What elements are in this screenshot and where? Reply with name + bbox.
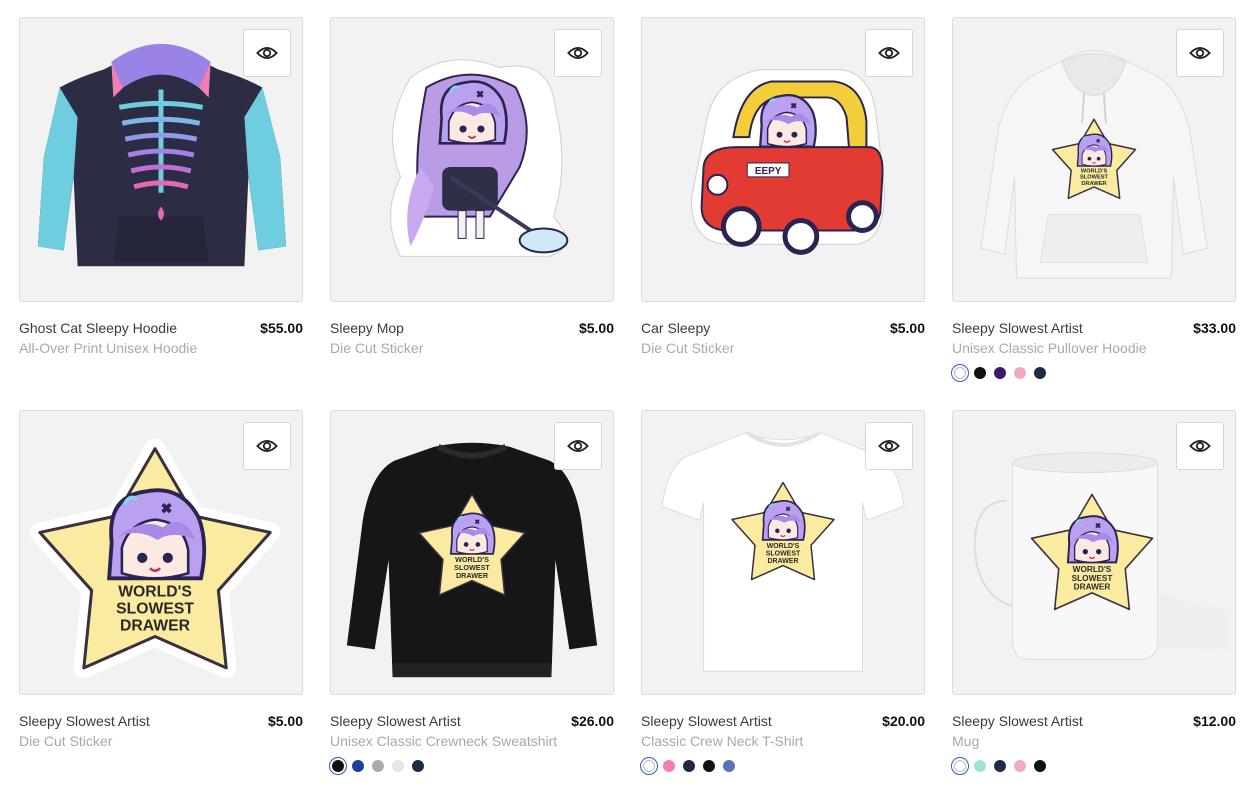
quick-view-button[interactable]: [243, 422, 291, 470]
product-card[interactable]: EEPY Car Sleepy $5.00 Die Cut Sticker: [641, 17, 925, 360]
product-price: $33.00: [1193, 320, 1236, 336]
quick-view-button[interactable]: [554, 29, 602, 77]
eye-icon: [256, 435, 278, 457]
product-type: Die Cut Sticker: [19, 733, 113, 749]
product-type: Die Cut Sticker: [330, 340, 424, 356]
product-type: Classic Crew Neck T-Shirt: [641, 733, 804, 749]
color-swatches: [951, 364, 1236, 382]
color-swatch[interactable]: [994, 367, 1006, 379]
svg-text:WORLD'S: WORLD'S: [767, 543, 800, 550]
eye-icon: [878, 435, 900, 457]
product-name[interactable]: Sleepy Slowest Artist: [19, 713, 150, 729]
quick-view-button[interactable]: [865, 29, 913, 77]
product-image[interactable]: [330, 17, 614, 302]
color-swatch[interactable]: [974, 367, 986, 379]
product-price: $55.00: [260, 320, 303, 336]
product-name[interactable]: Sleepy Mop: [330, 320, 404, 336]
product-image[interactable]: WORLD'S SLOWEST DRAWER: [19, 410, 303, 695]
product-name[interactable]: Ghost Cat Sleepy Hoodie: [19, 320, 177, 336]
product-card[interactable]: WORLD'S SLOWEST DRAWER Sleepy Slowest Ar…: [951, 410, 1236, 775]
product-type: Die Cut Sticker: [641, 340, 735, 356]
svg-text:DRAWER: DRAWER: [1081, 181, 1106, 187]
product-price: $12.00: [1193, 713, 1236, 729]
product-image[interactable]: [19, 17, 303, 302]
product-type: All-Over Print Unisex Hoodie: [19, 340, 198, 356]
color-swatch[interactable]: [703, 760, 715, 772]
color-swatches: [951, 757, 1236, 775]
product-image[interactable]: WORLD'S SLOWEST DRAWER: [641, 410, 925, 695]
product-type: Unisex Classic Pullover Hoodie: [952, 340, 1147, 356]
product-card[interactable]: Ghost Cat Sleepy Hoodie $55.00 All-Over …: [19, 17, 303, 360]
color-swatch[interactable]: [723, 760, 735, 772]
product-type: Unisex Classic Crewneck Sweatshirt: [330, 733, 558, 749]
color-swatch[interactable]: [640, 757, 658, 775]
product-type: Mug: [952, 733, 980, 749]
svg-text:WORLD'S: WORLD'S: [1081, 169, 1108, 175]
svg-text:DRAWER: DRAWER: [456, 571, 489, 580]
product-card[interactable]: WORLD'S SLOWEST DRAWER Sleepy Slowest Ar…: [329, 410, 614, 775]
svg-text:SLOWEST: SLOWEST: [766, 550, 801, 557]
eye-icon: [1189, 42, 1211, 64]
product-card[interactable]: WORLD'S SLOWEST DRAWER Sleepy Slowest Ar…: [640, 410, 925, 775]
svg-text:WORLD'S: WORLD'S: [118, 584, 192, 601]
color-swatch[interactable]: [352, 760, 364, 772]
color-swatch[interactable]: [372, 760, 384, 772]
color-swatch[interactable]: [663, 760, 675, 772]
color-swatch[interactable]: [329, 757, 347, 775]
quick-view-button[interactable]: [865, 422, 913, 470]
svg-text:WORLD'S: WORLD'S: [1073, 565, 1112, 574]
color-swatch[interactable]: [951, 757, 969, 775]
product-grid: Ghost Cat Sleepy Hoodie $55.00 All-Over …: [0, 0, 1259, 802]
color-swatch[interactable]: [1034, 760, 1046, 772]
quick-view-button[interactable]: [554, 422, 602, 470]
eye-icon: [567, 42, 589, 64]
svg-text:SLOWEST: SLOWEST: [1072, 574, 1113, 583]
quick-view-button[interactable]: [1176, 29, 1224, 77]
color-swatch[interactable]: [974, 760, 986, 772]
color-swatch[interactable]: [683, 760, 695, 772]
eye-icon: [256, 42, 278, 64]
eye-icon: [1189, 435, 1211, 457]
svg-text:EEPY: EEPY: [755, 166, 782, 177]
product-name[interactable]: Sleepy Slowest Artist: [330, 713, 461, 729]
svg-text:SLOWEST: SLOWEST: [1080, 175, 1109, 181]
product-image[interactable]: WORLD'S SLOWEST DRAWER: [952, 17, 1236, 302]
color-swatch[interactable]: [392, 760, 404, 772]
product-name[interactable]: Sleepy Slowest Artist: [952, 713, 1083, 729]
product-card[interactable]: WORLD'S SLOWEST DRAWER Sleepy Slowest Ar…: [19, 410, 303, 753]
color-swatch[interactable]: [412, 760, 424, 772]
quick-view-button[interactable]: [243, 29, 291, 77]
color-swatches: [329, 757, 614, 775]
color-swatch[interactable]: [1014, 367, 1026, 379]
color-swatch[interactable]: [994, 760, 1006, 772]
product-price: $5.00: [578, 320, 614, 336]
product-price: $26.00: [571, 713, 614, 729]
product-price: $5.00: [267, 713, 303, 729]
svg-text:DRAWER: DRAWER: [1074, 583, 1111, 592]
product-image[interactable]: WORLD'S SLOWEST DRAWER: [330, 410, 614, 695]
product-name[interactable]: Sleepy Slowest Artist: [641, 713, 772, 729]
color-swatch[interactable]: [951, 364, 969, 382]
color-swatch[interactable]: [1034, 367, 1046, 379]
svg-text:SLOWEST: SLOWEST: [116, 600, 194, 617]
color-swatch[interactable]: [1014, 760, 1026, 772]
product-image[interactable]: EEPY: [641, 17, 925, 302]
eye-icon: [878, 42, 900, 64]
product-price: $5.00: [889, 320, 925, 336]
product-name[interactable]: Sleepy Slowest Artist: [952, 320, 1083, 336]
svg-text:DRAWER: DRAWER: [120, 617, 191, 634]
eye-icon: [567, 435, 589, 457]
quick-view-button[interactable]: [1176, 422, 1224, 470]
product-card[interactable]: Sleepy Mop $5.00 Die Cut Sticker: [330, 17, 614, 360]
product-price: $20.00: [882, 713, 925, 729]
product-card[interactable]: WORLD'S SLOWEST DRAWER Sleepy Slowest Ar…: [951, 17, 1236, 382]
product-name[interactable]: Car Sleepy: [641, 320, 710, 336]
svg-text:DRAWER: DRAWER: [768, 558, 799, 565]
color-swatches: [640, 757, 925, 775]
product-image[interactable]: WORLD'S SLOWEST DRAWER: [952, 410, 1236, 695]
